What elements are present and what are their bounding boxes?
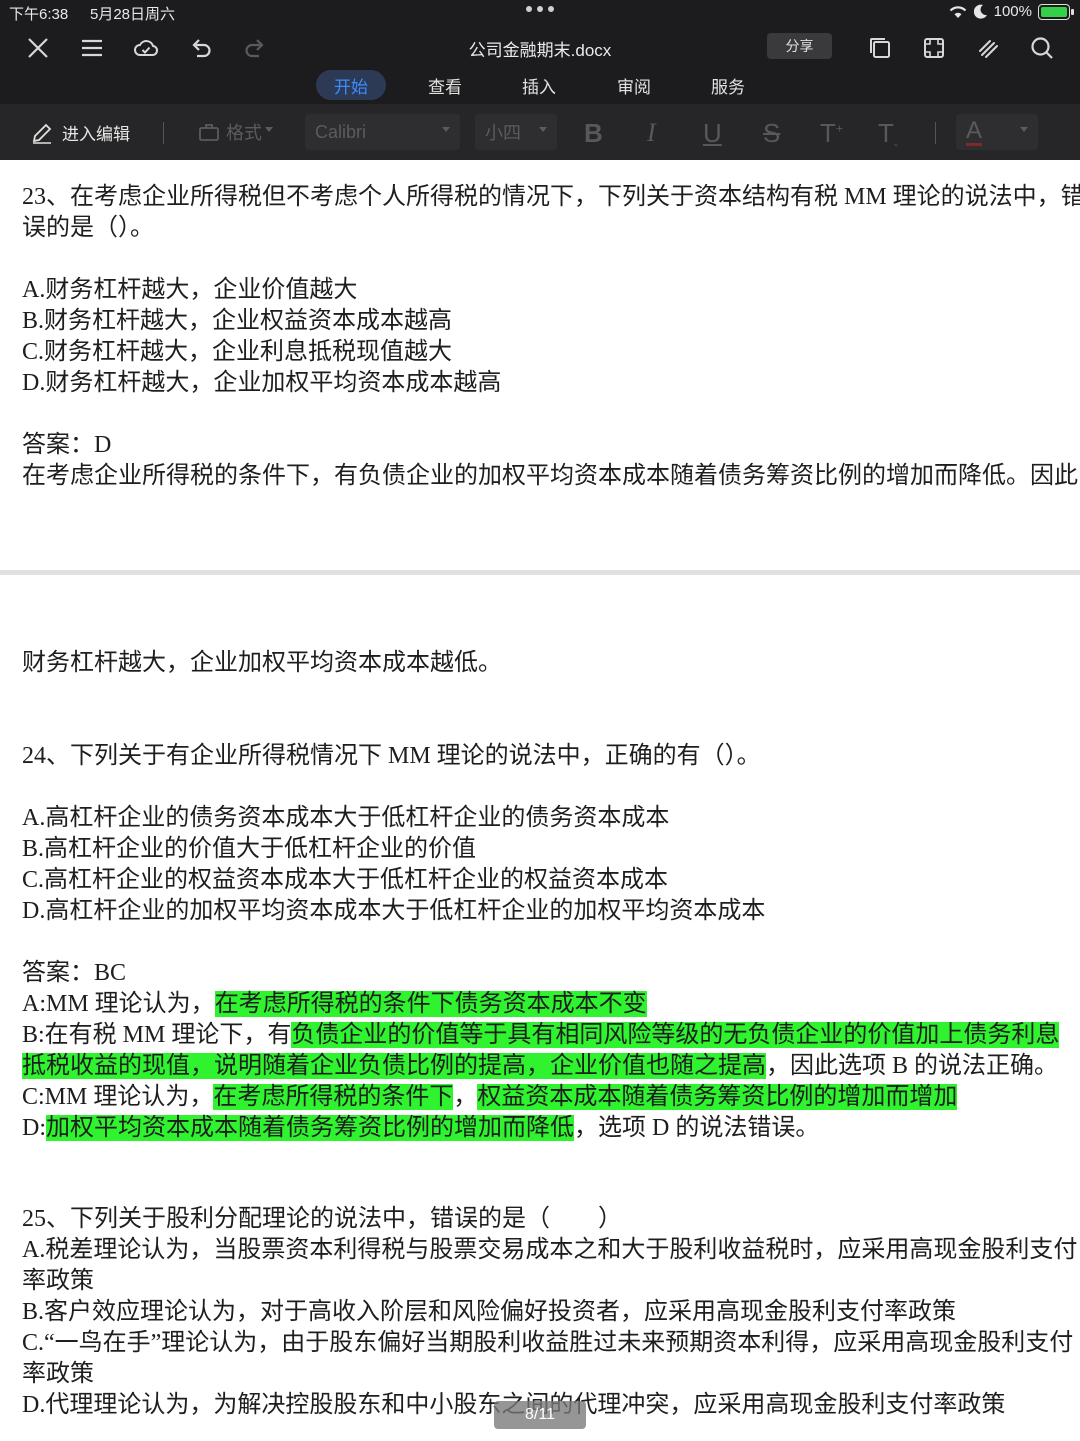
q23-option-d: D.财务杠杆越大，企业加权平均资本成本越高	[22, 370, 502, 396]
briefcase-icon	[199, 124, 219, 141]
q24-title: 24、下列关于有企业所得税情况下 MM 理论的说法中，正确的有（）。	[22, 743, 761, 769]
q24-explanation-a: A:MM 理论认为，在考虑所得税的条件下债务资本成本不变	[22, 989, 647, 1020]
cloud-sync-icon[interactable]	[132, 34, 160, 62]
text-run: C:MM 理论认为，	[22, 1084, 214, 1110]
q24-option-b: B.高杠杆企业的价值大于低杠杆企业的价值	[22, 836, 477, 862]
app-chrome: 下午6:38 5月28日周六 100% 公司金融期末.docx 分享 开始 查看…	[0, 0, 1080, 160]
q24-option-c: C.高杠杆企业的权益资本成本大于低杠杆企业的权益资本成本	[22, 867, 669, 893]
status-date: 5月28日周六	[90, 6, 176, 23]
ribbon-tabs: 开始 查看 插入 审阅 服务	[0, 68, 1080, 102]
text-run: ，选项 D 的说法错误。	[574, 1115, 820, 1141]
tab-view[interactable]: 查看	[410, 70, 480, 100]
pencil-icon	[32, 123, 52, 144]
close-icon[interactable]	[24, 34, 52, 62]
q23-explanation-line1: 在考虑企业所得税的条件下，有负债企业的加权平均资本成本随着债务筹资比例的增加而降…	[22, 463, 1080, 489]
q24-explanation-c: C:MM 理论认为，在考虑所得税的条件下，权益资本成本随着债务筹资比例的增加而增…	[22, 1082, 958, 1113]
highlighted-text: 在考虑所得税的条件下债务资本成本不变	[214, 991, 647, 1017]
copy-icon[interactable]	[866, 34, 894, 62]
tab-insert[interactable]: 插入	[504, 70, 574, 100]
battery-icon	[1038, 3, 1074, 20]
q25-option-a-line1: A.税差理论认为，当股票资本利得税与股票交易成本之和大于股利收益税时，应采用高现…	[22, 1237, 1078, 1263]
moon-icon	[973, 4, 987, 19]
q23-option-a: A.财务杠杆越大，企业价值越大	[22, 277, 358, 303]
subscript-icon[interactable]: T-	[878, 118, 898, 151]
divider	[163, 122, 164, 144]
q25-option-b: B.客户效应理论认为，对于高收入阶层和风险偏好投资者，应采用高现金股利支付率政策	[22, 1299, 957, 1325]
document-title: 公司金融期末.docx	[468, 41, 612, 60]
top-toolbar: 公司金融期末.docx 分享	[0, 26, 1080, 68]
enter-edit-button[interactable]: 进入编辑	[30, 120, 130, 145]
q25-option-c-line2: 率政策	[22, 1361, 94, 1387]
font-size: 小四	[485, 123, 521, 143]
divider	[935, 122, 936, 144]
text-run: ，	[453, 1084, 478, 1110]
menu-icon[interactable]	[78, 34, 106, 62]
font-color-icon: A	[966, 116, 983, 146]
status-right: 100%	[948, 3, 1074, 20]
q24-explanation-b: B:在有税 MM 理论下，有负债企业的价值等于具有相同风险等级的无负债企业的价值…	[22, 1020, 1060, 1051]
q23-option-b: B.财务杠杆越大，企业权益资本成本越高	[22, 308, 453, 334]
underline-icon[interactable]: U	[703, 118, 722, 149]
status-time: 下午6:38	[9, 6, 69, 23]
font-size-dropdown[interactable]: 小四	[475, 114, 557, 150]
style-label: 格式	[226, 123, 262, 143]
q24-option-d: D.高杠杆企业的加权平均资本成本大于低杠杆企业的加权平均资本成本	[22, 898, 766, 924]
pen-draw-icon[interactable]	[974, 34, 1002, 62]
q23-title-line1: 23、在考虑企业所得税但不考虑个人所得税的情况下，下列关于资本结构有税 MM 理…	[22, 184, 1080, 210]
tab-review[interactable]: 审阅	[599, 70, 669, 100]
highlighted-text: 抵税收益的现值，说明随着企业负债比例的提高，企业价值也随之提高	[22, 1053, 766, 1079]
font-name: Calibri	[315, 121, 367, 142]
q25-title: 25、下列关于股利分配理论的说法中，错误的是（ ）	[22, 1206, 622, 1232]
q25-option-c-line1: C.“一鸟在手”理论认为，由于股东偏好当期股利收益胜过未来预期资本利得，应采用高…	[22, 1330, 1074, 1356]
strikethrough-icon[interactable]: S	[763, 118, 780, 149]
q24-option-a: A.高杠杆企业的债务资本成本大于低杠杆企业的债务资本成本	[22, 805, 670, 831]
redo-icon[interactable]	[241, 34, 269, 62]
font-dropdown[interactable]: Calibri	[305, 114, 460, 150]
fullscreen-icon[interactable]	[920, 34, 948, 62]
highlighted-text: 负债企业的价值等于具有相同风险等级的无负债企业的价值加上债务利息	[291, 1022, 1060, 1048]
highlighted-text: 权益资本成本随着债务筹资比例的增加而增加	[477, 1084, 958, 1110]
share-button[interactable]: 分享	[767, 33, 832, 59]
multitask-dots-icon[interactable]	[526, 6, 554, 12]
status-bar: 下午6:38 5月28日周六 100%	[0, 0, 1080, 26]
q23-answer: 答案：D	[22, 432, 112, 458]
font-color-dropdown[interactable]: A	[956, 114, 1038, 150]
text-run: A:MM 理论认为，	[22, 991, 215, 1017]
tab-home[interactable]: 开始	[316, 70, 386, 100]
q24-answer: 答案：BC	[22, 960, 127, 986]
wifi-icon	[949, 6, 966, 18]
search-icon[interactable]	[1028, 34, 1056, 62]
enter-edit-label: 进入编辑	[62, 125, 130, 144]
style-dropdown[interactable]: 格式	[188, 114, 283, 150]
page-break	[0, 570, 1080, 575]
highlighted-text: 加权平均资本成本随着债务筹资比例的增加而降低	[46, 1115, 574, 1141]
format-bar: 进入编辑 格式 Calibri 小四 B I U S T+ T- A	[0, 104, 1080, 160]
superscript-icon[interactable]: T+	[820, 118, 843, 149]
battery-percent: 100%	[993, 3, 1032, 20]
tab-services[interactable]: 服务	[693, 70, 763, 100]
q23-option-c: C.财务杠杆越大，企业利息抵税现值越大	[22, 339, 453, 365]
text-run: B:在有税 MM 理论下，有	[22, 1022, 292, 1048]
undo-icon[interactable]	[187, 34, 215, 62]
text-run: D:	[22, 1115, 46, 1141]
text-run: ，因此选项 B 的说法正确。	[766, 1053, 1059, 1079]
q24-explanation-d: D:加权平均资本成本随着债务筹资比例的增加而降低，选项 D 的说法错误。	[22, 1113, 819, 1144]
q25-option-a-line2: 率政策	[22, 1268, 94, 1294]
highlighted-text: 在考虑所得税的条件下	[213, 1084, 454, 1110]
q23-explanation-line2: 财务杠杆越大，企业加权平均资本成本越低。	[22, 650, 502, 676]
italic-icon[interactable]: I	[647, 118, 656, 148]
bold-icon[interactable]: B	[584, 118, 603, 149]
q23-title-line2: 误的是（）。	[22, 215, 154, 241]
page-indicator: 8/11	[494, 1401, 586, 1429]
q24-explanation-b-line2: 抵税收益的现值，说明随着企业负债比例的提高，企业价值也随之提高，因此选项 B 的…	[22, 1051, 1058, 1082]
